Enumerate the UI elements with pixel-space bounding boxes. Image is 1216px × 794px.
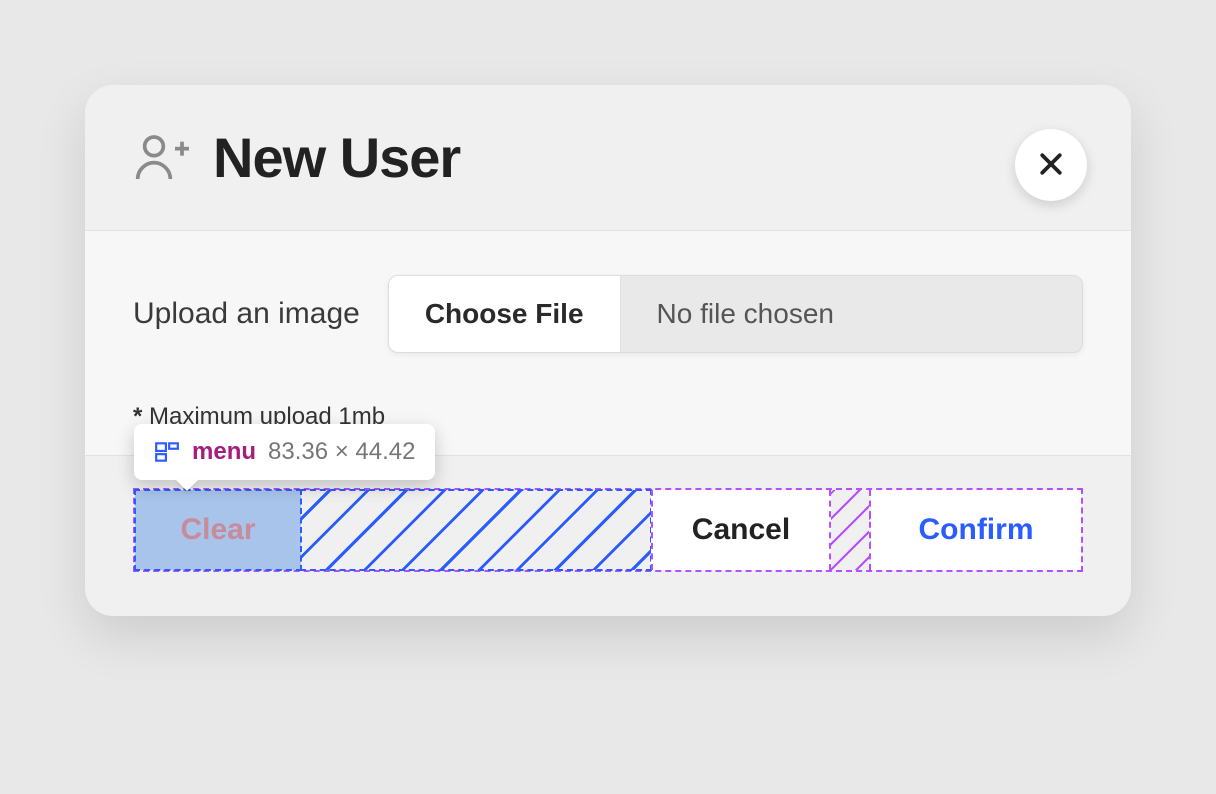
- close-icon: [1036, 149, 1066, 182]
- devtools-element-tag: menu: [192, 438, 256, 466]
- file-status-text: No file chosen: [621, 276, 1082, 352]
- user-add-icon: [133, 130, 189, 186]
- file-input[interactable]: Choose File No file chosen: [388, 275, 1083, 353]
- layout-icon: [154, 439, 180, 465]
- confirm-button[interactable]: Confirm: [871, 490, 1081, 570]
- dialog-header: New User: [85, 85, 1131, 230]
- dialog-title: New User: [213, 125, 460, 190]
- footer-menu: Clear Cancel Confirm: [133, 488, 1083, 572]
- flex-space-indicator: [301, 490, 651, 570]
- new-user-dialog: New User Upload an image Choose File No …: [85, 85, 1131, 616]
- choose-file-button[interactable]: Choose File: [389, 276, 621, 352]
- clear-button[interactable]: Clear: [135, 490, 301, 570]
- devtools-element-dimensions: 83.36 × 44.42: [268, 438, 415, 466]
- devtools-element-tooltip: menu 83.36 × 44.42: [134, 424, 435, 480]
- dialog-body: Upload an image Choose File No file chos…: [85, 230, 1131, 456]
- dialog-footer: Clear Cancel Confirm: [85, 456, 1131, 616]
- close-button[interactable]: [1015, 129, 1087, 201]
- upload-label: Upload an image: [133, 297, 360, 331]
- gap-indicator: [831, 490, 871, 570]
- cancel-button[interactable]: Cancel: [651, 490, 831, 570]
- upload-row: Upload an image Choose File No file chos…: [133, 275, 1083, 353]
